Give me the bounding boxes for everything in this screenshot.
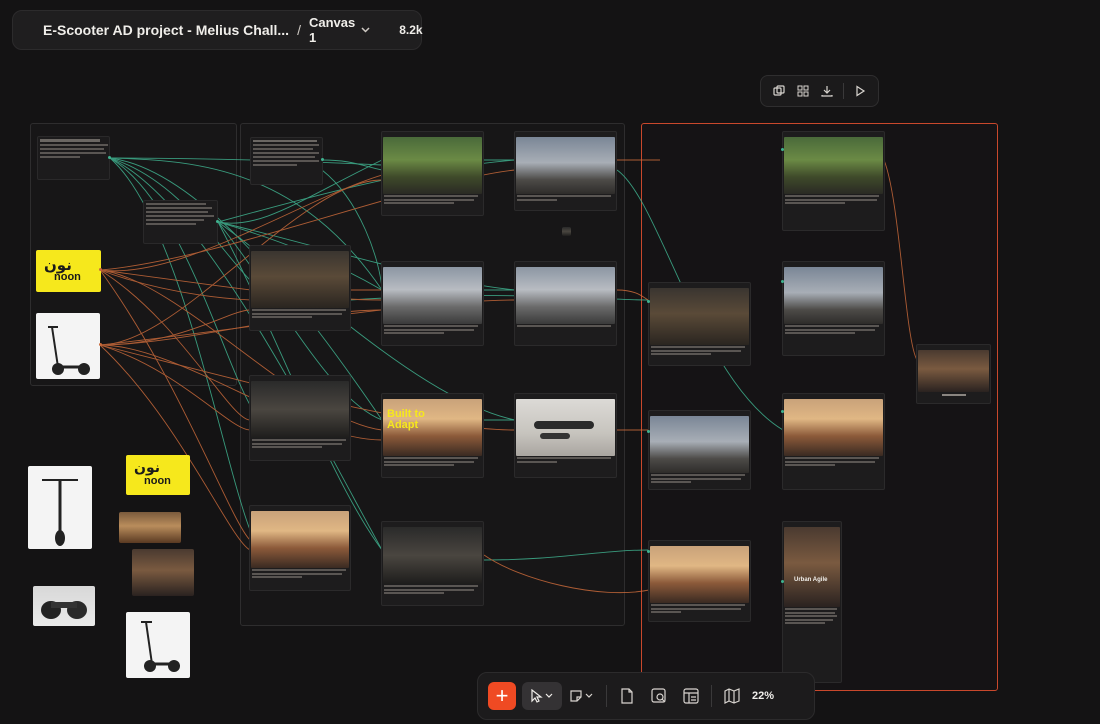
toolbar-divider <box>711 685 712 707</box>
final-node-garage-rider[interactable] <box>648 282 751 366</box>
prompt-node-main[interactable] <box>37 136 110 180</box>
canvas-name[interactable]: Canvas 1 <box>309 15 355 45</box>
play-icon[interactable] <box>852 83 868 99</box>
sticky-note-icon[interactable] <box>566 682 598 710</box>
project-title[interactable]: E-Scooter AD project - Melius Chall... <box>43 22 289 38</box>
output-port[interactable] <box>216 220 219 223</box>
input-port[interactable] <box>647 430 650 433</box>
map-icon[interactable] <box>720 682 744 710</box>
image-node-park-ride[interactable] <box>381 131 484 216</box>
project-header-bar: E-Scooter AD project - Melius Chall... /… <box>12 10 423 50</box>
input-port[interactable] <box>781 580 784 583</box>
plus-icon[interactable]: + <box>488 682 516 710</box>
credits-count[interactable]: 8.2k <box>399 23 422 37</box>
chevron-down-icon[interactable] <box>361 25 370 36</box>
output-port[interactable] <box>99 343 102 346</box>
image-node-tunnel-ride[interactable] <box>514 261 617 346</box>
final-node-desert-drift[interactable] <box>648 540 751 622</box>
final-node-sunset-stand[interactable] <box>782 393 885 490</box>
final-node-park-ride[interactable] <box>782 131 885 231</box>
input-port[interactable] <box>781 410 784 413</box>
toolbar-divider <box>606 685 607 707</box>
image-node-battery[interactable] <box>249 375 351 461</box>
reference-image-noon-logo[interactable]: نون noon <box>36 250 101 292</box>
input-port[interactable] <box>781 280 784 283</box>
prompt-node-brief[interactable] <box>143 200 218 244</box>
small-thumbnail[interactable] <box>562 227 571 236</box>
image-node-scooter-closeup[interactable] <box>381 521 484 606</box>
final-node-city-ride[interactable] <box>648 410 751 490</box>
image-node-city-ramp[interactable] <box>381 261 484 346</box>
final-node-urban-agile[interactable]: Urban Agile <box>782 521 842 683</box>
input-port[interactable] <box>781 148 784 151</box>
prompt-node-scenes[interactable] <box>250 137 323 185</box>
reference-image-scooter-side[interactable] <box>132 549 194 596</box>
document-icon[interactable] <box>615 682 639 710</box>
image-node-sunset-ride[interactable] <box>249 505 351 591</box>
selection-toolbar <box>760 75 879 107</box>
final-node-skyline[interactable] <box>782 261 885 356</box>
reference-image-scooter[interactable] <box>36 313 100 379</box>
image-search-icon[interactable] <box>647 682 671 710</box>
breadcrumb-separator: / <box>297 22 301 38</box>
input-port[interactable] <box>647 300 650 303</box>
cursor-icon[interactable] <box>522 682 562 710</box>
image-node-building-front[interactable] <box>514 131 617 211</box>
reference-image-noon-logo-2[interactable]: نون noon <box>126 455 190 495</box>
bottom-toolbar: + 22% <box>477 672 815 720</box>
reference-image-scooter-detail[interactable] <box>119 512 181 543</box>
output-port[interactable] <box>321 158 324 161</box>
layout-icon[interactable] <box>679 682 703 710</box>
reference-image-scooter-front[interactable] <box>28 466 92 549</box>
toolbar-divider <box>843 83 844 99</box>
grid-icon[interactable] <box>795 83 811 99</box>
image-node-product-parts[interactable] <box>514 393 617 478</box>
image-node-built-to-adapt[interactable]: Built to Adapt <box>381 393 484 478</box>
output-port[interactable] <box>108 156 111 159</box>
download-icon[interactable] <box>819 83 835 99</box>
output-port[interactable] <box>99 268 102 271</box>
zoom-level[interactable]: 22% <box>752 690 774 702</box>
input-port[interactable] <box>647 550 650 553</box>
video-output-node[interactable] <box>916 344 991 404</box>
image-node-garage[interactable] <box>249 245 351 331</box>
reference-image-scooter-folded[interactable] <box>33 586 95 626</box>
duplicate-icon[interactable] <box>771 83 787 99</box>
reference-image-scooter-3[interactable] <box>126 612 190 678</box>
